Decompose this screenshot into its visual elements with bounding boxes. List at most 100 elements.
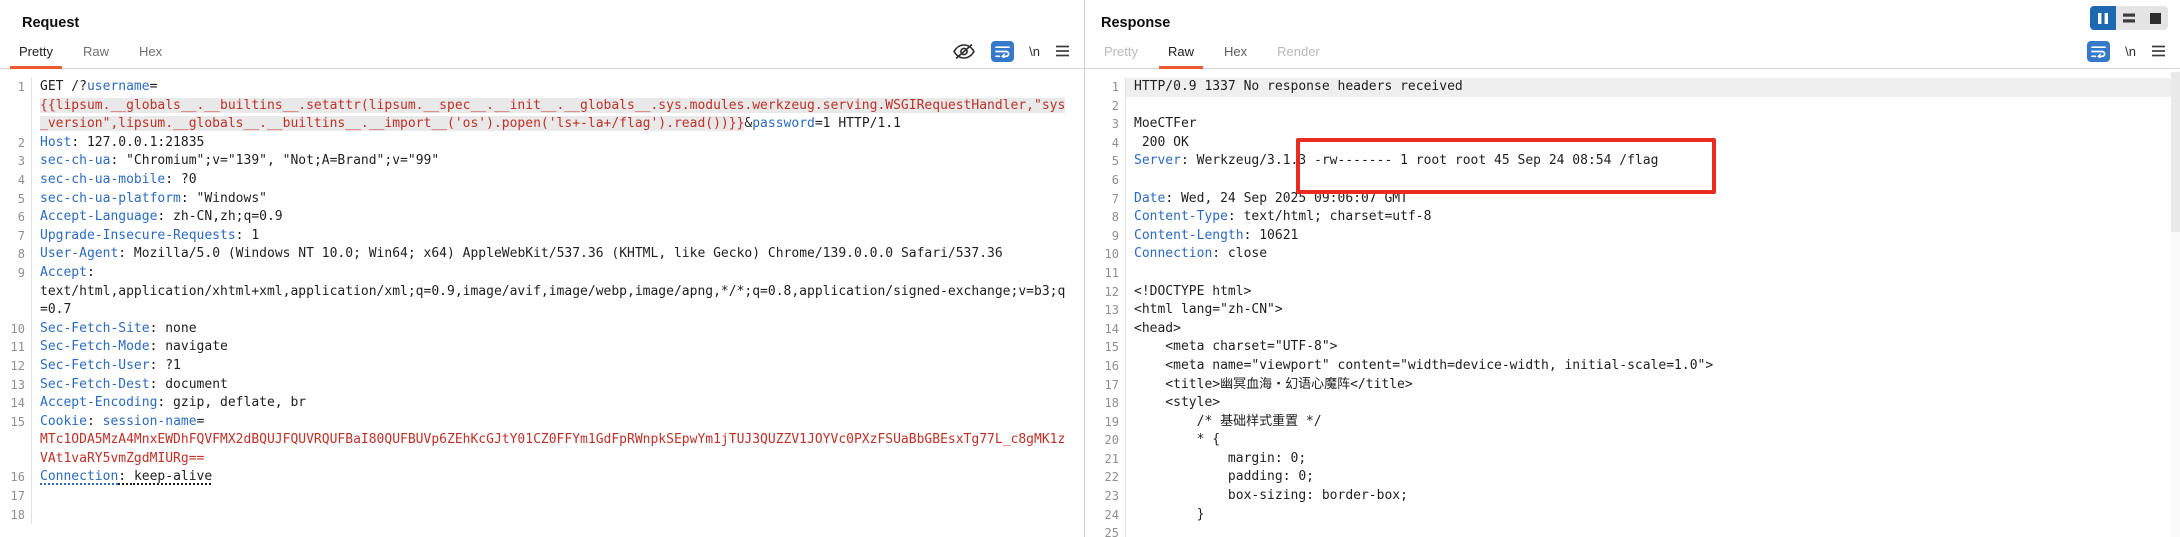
line-number: 1 — [1085, 78, 1125, 97]
line-content: <html lang="zh-CN"> — [1125, 301, 2180, 320]
response-editor[interactable]: 1HTTP/0.9 1337 No response headers recei… — [1085, 70, 2180, 537]
line-number: 4 — [0, 171, 31, 190]
menu-icon[interactable] — [2151, 45, 2166, 57]
code-line[interactable]: 18 — [0, 506, 1084, 525]
code-line[interactable]: 21 margin: 0; — [1085, 450, 2180, 469]
response-scrollbar — [2171, 71, 2180, 537]
line-content: <title>幽冥血海・幻语心魔阵</title> — [1125, 376, 2180, 395]
code-line[interactable]: 15Cookie: session-name= — [0, 413, 1084, 432]
tab-response-hex[interactable]: Hex — [1209, 34, 1262, 68]
code-line[interactable]: 5Server: Werkzeug/3.1.3 -rw------- 1 roo… — [1085, 152, 2180, 171]
code-line[interactable]: 1HTTP/0.9 1337 No response headers recei… — [1085, 78, 2180, 97]
code-line[interactable]: 6Accept-Language: zh-CN,zh;q=0.9 — [0, 208, 1084, 227]
code-line[interactable]: 12<!DOCTYPE html> — [1085, 283, 2180, 302]
code-line[interactable]: 8Content-Type: text/html; charset=utf-8 — [1085, 208, 2180, 227]
line-number: 11 — [0, 338, 31, 357]
rows-layout-icon[interactable] — [2116, 6, 2142, 30]
code-line[interactable]: =0.7 — [0, 301, 1084, 320]
layout-switcher — [2090, 6, 2168, 30]
code-line[interactable]: 8User-Agent: Mozilla/5.0 (Windows NT 10.… — [0, 245, 1084, 264]
response-title: Response — [1101, 15, 1170, 31]
code-line[interactable]: 19 /* 基础样式重置 */ — [1085, 413, 2180, 432]
line-content — [1125, 524, 2180, 537]
code-line[interactable]: 7Upgrade-Insecure-Requests: 1 — [0, 227, 1084, 246]
code-line[interactable]: 16Connection: keep-alive — [0, 468, 1084, 487]
tab-response-render[interactable]: Render — [1262, 34, 1335, 68]
hide-eye-icon[interactable] — [952, 43, 976, 60]
code-line[interactable]: text/html,application/xhtml+xml,applicat… — [0, 283, 1084, 302]
line-number: 6 — [0, 208, 31, 227]
menu-icon[interactable] — [1055, 45, 1070, 57]
code-line[interactable]: 7Date: Wed, 24 Sep 2025 09:06:07 GMT — [1085, 190, 2180, 209]
code-line[interactable]: 15 <meta charset="UTF-8"> — [1085, 338, 2180, 357]
line-content: /* 基础样式重置 */ — [1125, 413, 2180, 432]
code-line[interactable]: 25 — [1085, 524, 2180, 537]
code-line[interactable]: 17 <title>幽冥血海・幻语心魔阵</title> — [1085, 376, 2180, 395]
code-line[interactable]: 17 — [0, 487, 1084, 506]
code-line[interactable]: 10Connection: close — [1085, 245, 2180, 264]
line-number: 15 — [0, 413, 31, 432]
code-line[interactable]: {{lipsum.__globals__.__builtins__.setatt… — [0, 97, 1084, 116]
burp-message-editor: Request Pretty Raw Hex — [0, 0, 2180, 537]
line-content: Host: 127.0.0.1:21835 — [31, 134, 1084, 153]
code-line[interactable]: 11 — [1085, 264, 2180, 283]
code-line[interactable]: 18 <style> — [1085, 394, 2180, 413]
code-line[interactable]: 4sec-ch-ua-mobile: ?0 — [0, 171, 1084, 190]
line-content: Server: Werkzeug/3.1.3 -rw------- 1 root… — [1125, 152, 2180, 171]
scrollbar-thumb[interactable] — [2171, 72, 2180, 232]
line-content: Sec-Fetch-User: ?1 — [31, 357, 1084, 376]
line-content: Date: Wed, 24 Sep 2025 09:06:07 GMT — [1125, 190, 2180, 209]
code-line[interactable]: 16 <meta name="viewport" content="width=… — [1085, 357, 2180, 376]
wrap-lines-icon[interactable] — [2087, 41, 2110, 62]
newline-toggle-icon[interactable]: \n — [2125, 44, 2136, 59]
code-line[interactable]: 13Sec-Fetch-Dest: document — [0, 376, 1084, 395]
code-line[interactable]: 14<head> — [1085, 320, 2180, 339]
line-content: sec-ch-ua-mobile: ?0 — [31, 171, 1084, 190]
columns-layout-icon[interactable] — [2090, 6, 2116, 30]
tab-request-hex[interactable]: Hex — [124, 34, 177, 68]
code-line[interactable]: MTc1ODA5MzA4MnxEWDhFQVFMX2dBQUJFQUVRQUFB… — [0, 431, 1084, 450]
code-line[interactable]: 3MoeCTFer — [1085, 115, 2180, 134]
newline-toggle-icon[interactable]: \n — [1029, 44, 1040, 59]
tab-response-raw[interactable]: Raw — [1153, 34, 1209, 68]
line-number: 21 — [1085, 450, 1125, 469]
line-content: 200 OK — [1125, 134, 2180, 153]
request-toolbar: \n — [952, 34, 1070, 68]
line-content: GET /?username= — [31, 78, 1084, 97]
line-number: 2 — [0, 134, 31, 153]
tab-request-raw[interactable]: Raw — [68, 34, 124, 68]
wrap-lines-icon[interactable] — [991, 41, 1014, 62]
code-line[interactable]: 20 * { — [1085, 431, 2180, 450]
tab-response-pretty[interactable]: Pretty — [1089, 34, 1153, 68]
single-layout-icon[interactable] — [2142, 6, 2168, 30]
line-content: User-Agent: Mozilla/5.0 (Windows NT 10.0… — [31, 245, 1084, 264]
code-line[interactable]: 6 — [1085, 171, 2180, 190]
code-line[interactable]: 14Accept-Encoding: gzip, deflate, br — [0, 394, 1084, 413]
code-line[interactable]: 2 — [1085, 97, 2180, 116]
code-line[interactable]: 2Host: 127.0.0.1:21835 — [0, 134, 1084, 153]
code-line[interactable]: 12Sec-Fetch-User: ?1 — [0, 357, 1084, 376]
code-line[interactable]: 3sec-ch-ua: "Chromium";v="139", "Not;A=B… — [0, 152, 1084, 171]
line-number: 3 — [1085, 115, 1125, 134]
request-tabbar: Pretty Raw Hex — [0, 34, 1084, 69]
code-line[interactable]: 9Content-Length: 10621 — [1085, 227, 2180, 246]
tab-request-pretty[interactable]: Pretty — [4, 34, 68, 68]
line-content: _version",lipsum.__globals__.__builtins_… — [31, 115, 1084, 134]
code-line[interactable]: 11Sec-Fetch-Mode: navigate — [0, 338, 1084, 357]
line-content: <head> — [1125, 320, 2180, 339]
request-editor[interactable]: 1GET /?username={{lipsum.__globals__.__b… — [0, 70, 1084, 537]
line-number — [0, 115, 31, 134]
line-content: Content-Length: 10621 — [1125, 227, 2180, 246]
code-line[interactable]: 24 } — [1085, 506, 2180, 525]
code-line[interactable]: 9Accept: — [0, 264, 1084, 283]
code-line[interactable]: 4 200 OK — [1085, 134, 2180, 153]
code-line[interactable]: 10Sec-Fetch-Site: none — [0, 320, 1084, 339]
code-line[interactable]: 13<html lang="zh-CN"> — [1085, 301, 2180, 320]
line-number: 14 — [1085, 320, 1125, 339]
code-line[interactable]: VAt1vaRY5vmZgdMIURg== — [0, 450, 1084, 469]
code-line[interactable]: _version",lipsum.__globals__.__builtins_… — [0, 115, 1084, 134]
code-line[interactable]: 22 padding: 0; — [1085, 468, 2180, 487]
code-line[interactable]: 1GET /?username= — [0, 78, 1084, 97]
code-line[interactable]: 5sec-ch-ua-platform: "Windows" — [0, 190, 1084, 209]
code-line[interactable]: 23 box-sizing: border-box; — [1085, 487, 2180, 506]
